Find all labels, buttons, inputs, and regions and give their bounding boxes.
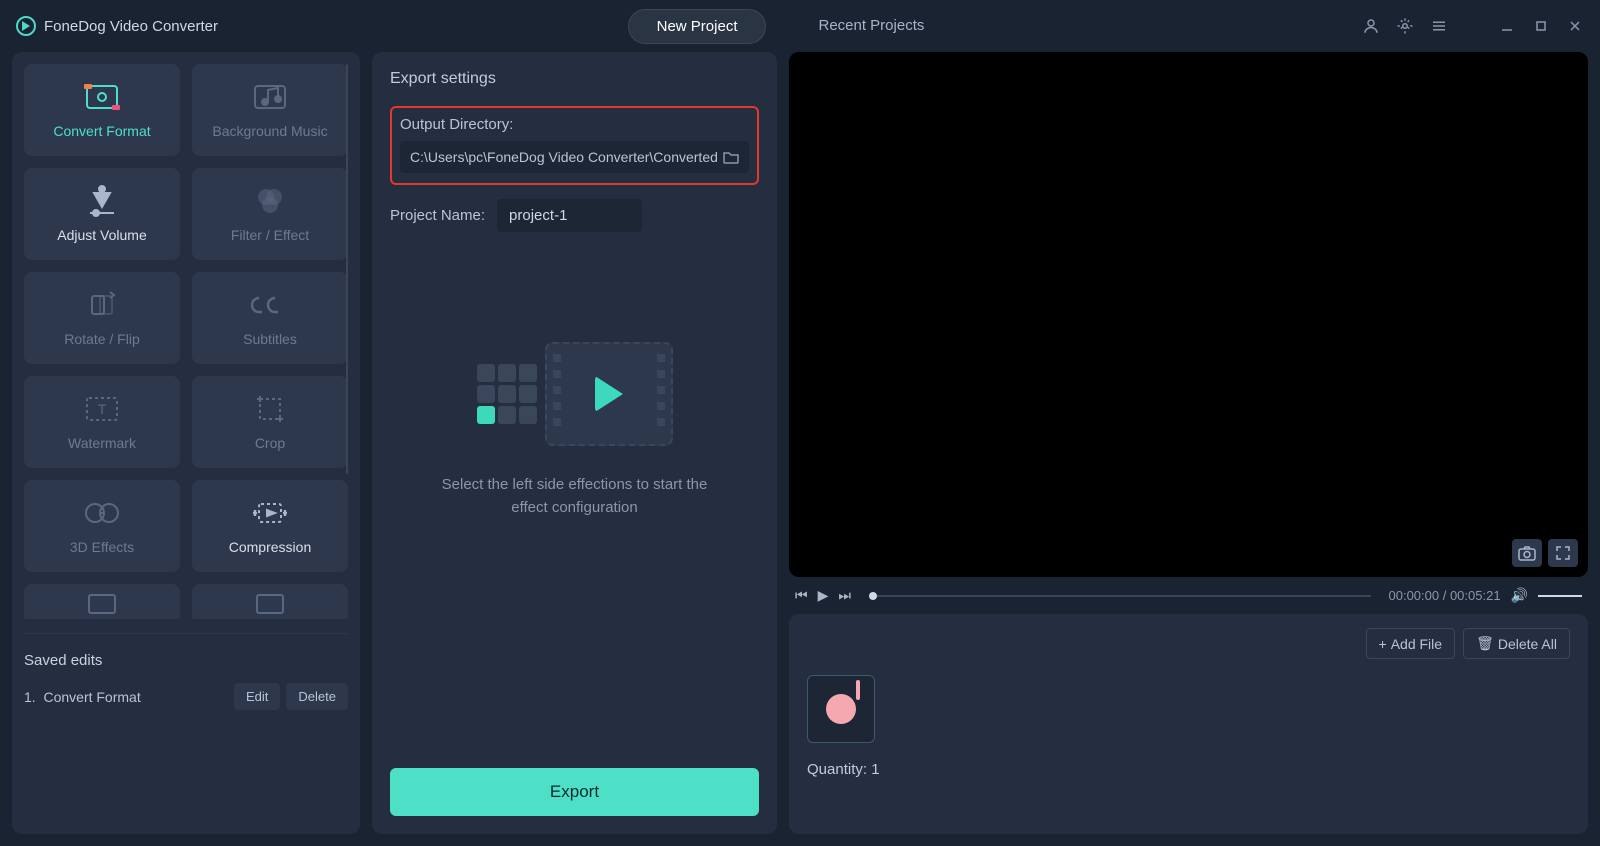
fullscreen-icon[interactable] (1548, 539, 1578, 567)
convert-format-icon (81, 81, 123, 113)
placeholder-text: Select the left side effections to start… (425, 474, 725, 519)
maximize-icon[interactable] (1532, 17, 1550, 35)
tool-label: Subtitles (243, 331, 297, 347)
compression-icon (249, 497, 291, 529)
titlebar-actions (1362, 17, 1584, 35)
quantity-display: Quantity: 1 (807, 761, 1570, 778)
project-name-row: Project Name: (390, 199, 759, 232)
tab-recent-projects[interactable]: Recent Projects (790, 9, 952, 44)
edit-button[interactable]: Edit (234, 683, 280, 710)
extra1-icon (81, 588, 123, 619)
thumbnail-row (807, 675, 1570, 743)
tool-filter-effect[interactable]: Filter / Effect (192, 168, 348, 260)
volume-icon[interactable]: 🔊 (1511, 587, 1528, 604)
output-directory-box: Output Directory: C:\Users\pc\FoneDog Vi… (390, 106, 759, 185)
file-gallery: +Add File 🗑Delete All Quantity: 1 (789, 614, 1588, 834)
file-thumbnail[interactable] (807, 675, 875, 743)
timeline-slider[interactable] (869, 595, 1371, 597)
tool-label: 3D Effects (70, 539, 134, 555)
adjust-volume-icon (81, 185, 123, 217)
snapshot-icon[interactable] (1512, 539, 1542, 567)
tool-convert-format[interactable]: Convert Format (24, 64, 180, 156)
saved-edits-title: Saved edits (24, 652, 348, 669)
titlebar: FoneDog Video Converter New Project Rece… (0, 0, 1600, 52)
scrollbar[interactable] (346, 64, 348, 474)
output-directory-field[interactable]: C:\Users\pc\FoneDog Video Converter\Conv… (400, 141, 749, 173)
sidebar: Convert Format Background Music Adjust Vol… (12, 52, 360, 834)
volume-slider[interactable] (1538, 595, 1582, 597)
tool-label: Adjust Volume (57, 227, 147, 243)
tool-adjust-volume[interactable]: Adjust Volume (24, 168, 180, 260)
minimize-icon[interactable] (1498, 17, 1516, 35)
output-directory-label: Output Directory: (400, 116, 749, 133)
play-icon[interactable]: ▶ (818, 587, 829, 604)
tool-extra1[interactable] (24, 584, 180, 619)
tool-label: Convert Format (53, 123, 150, 139)
tool-watermark[interactable]: T Watermark (24, 376, 180, 468)
tool-label: Crop (255, 435, 285, 451)
rotate-flip-icon (81, 289, 123, 321)
next-icon[interactable]: ⏭ (838, 587, 851, 604)
menu-icon[interactable] (1430, 17, 1448, 35)
tool-subtitles[interactable]: Subtitles (192, 272, 348, 364)
app-title: FoneDog Video Converter (44, 18, 218, 35)
tab-new-project[interactable]: New Project (628, 9, 767, 44)
delete-button[interactable]: Delete (286, 683, 348, 710)
close-icon[interactable] (1566, 17, 1584, 35)
project-name-input[interactable] (497, 199, 642, 232)
tool-label: Watermark (68, 435, 136, 451)
tool-background-music[interactable]: Background Music (192, 64, 348, 156)
tool-rotate-flip[interactable]: Rotate / Flip (24, 272, 180, 364)
svg-text:T: T (98, 401, 107, 417)
account-icon[interactable] (1362, 17, 1380, 35)
extra2-icon (249, 588, 291, 619)
prev-icon[interactable]: ⏮ (795, 587, 808, 604)
saved-edit-row: 1. Convert Format Edit Delete (24, 683, 348, 710)
export-panel: Export settings Output Directory: C:\Use… (372, 52, 777, 834)
3d-effects-icon (81, 497, 123, 529)
project-name-label: Project Name: (390, 207, 485, 224)
main-tabs: New Project Recent Projects (628, 9, 953, 44)
filter-effect-icon (249, 185, 291, 217)
tool-crop[interactable]: Crop (192, 376, 348, 468)
add-file-button[interactable]: +Add File (1366, 628, 1456, 659)
placeholder-area: Select the left side effections to start… (390, 262, 759, 768)
delete-all-button[interactable]: 🗑Delete All (1463, 628, 1570, 659)
tool-label: Background Music (212, 123, 327, 139)
right-panel: ⏮ ▶ ⏭ 00:00:00 / 00:05:21 🔊 +Add File 🗑D… (789, 52, 1588, 834)
subtitles-icon (249, 289, 291, 321)
logo-icon (16, 16, 36, 36)
crop-icon (249, 393, 291, 425)
saved-edits-section: Saved edits 1. Convert Format Edit Delet… (24, 633, 348, 710)
background-music-icon (249, 81, 291, 113)
music-note-icon (826, 694, 856, 724)
tools-grid: Convert Format Background Music Adjust Vol… (24, 64, 348, 619)
tool-label: Filter / Effect (231, 227, 309, 243)
browse-folder-icon[interactable] (723, 150, 739, 164)
tool-compression[interactable]: Compression (192, 480, 348, 572)
tool-extra2[interactable] (192, 584, 348, 619)
time-display: 00:00:00 / 00:05:21 (1389, 588, 1501, 603)
placeholder-graphic (477, 342, 673, 446)
player-controls: ⏮ ▶ ⏭ 00:00:00 / 00:05:21 🔊 (789, 587, 1588, 604)
video-preview[interactable] (789, 52, 1588, 577)
app-logo: FoneDog Video Converter (16, 16, 218, 36)
output-path-text: C:\Users\pc\FoneDog Video Converter\Conv… (410, 149, 718, 165)
tool-label: Compression (229, 539, 311, 555)
saved-edit-label: 1. Convert Format (24, 689, 141, 705)
watermark-icon: T (81, 393, 123, 425)
settings-icon[interactable] (1396, 17, 1414, 35)
tool-3d-effects[interactable]: 3D Effects (24, 480, 180, 572)
export-button[interactable]: Export (390, 768, 759, 816)
tool-label: Rotate / Flip (64, 331, 139, 347)
export-settings-title: Export settings (390, 70, 759, 88)
